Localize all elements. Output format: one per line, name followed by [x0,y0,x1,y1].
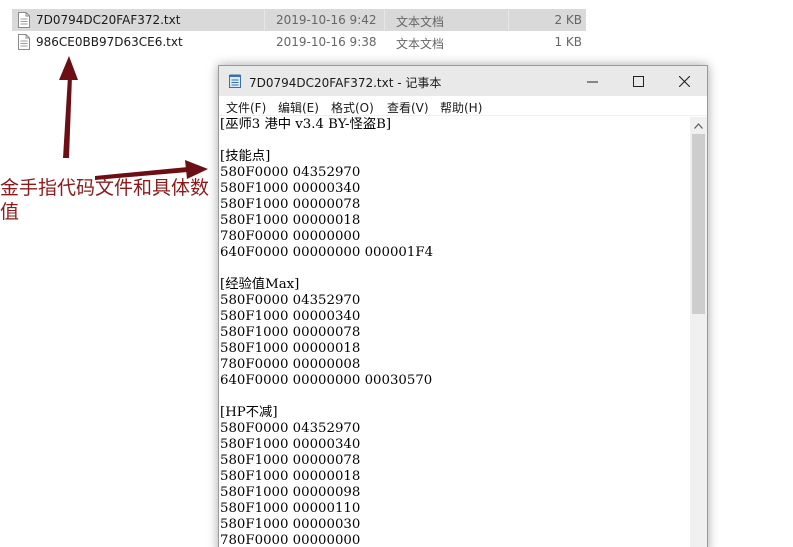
menu-file[interactable]: 文件(F) [226,99,266,116]
maximize-button[interactable] [615,66,661,96]
close-icon [678,75,690,87]
chevron-up-icon [694,122,703,129]
menu-bar: 文件(F) 编辑(E) 格式(O) 查看(V) 帮助(H) [219,96,707,116]
file-row-2[interactable]: 986CE0BB97D63CE6.txt 2019-10-16 9:38 文本文… [12,31,586,53]
notepad-window[interactable]: 7D0794DC20FAF372.txt - 记事本 文件(F) 编辑(E) 格… [218,65,708,547]
text-editor[interactable]: [巫师3 港中 v3.4 BY-怪盗B] [技能点] 580F0000 0435… [219,117,691,547]
minimize-button[interactable] [569,66,615,96]
title-bar[interactable]: 7D0794DC20FAF372.txt - 记事本 [219,66,707,96]
text-file-icon [18,12,30,28]
annotation-label: 金手指代码文件和具体数值 [0,177,210,223]
text-file-icon [18,34,30,50]
editor-content[interactable]: [巫师3 港中 v3.4 BY-怪盗B] [技能点] 580F0000 0435… [220,117,433,547]
scroll-up-button[interactable] [690,117,707,134]
scroll-thumb[interactable] [692,134,705,314]
column-separator [384,9,385,31]
file-date: 2019-10-16 9:38 [276,35,377,49]
file-row-1[interactable]: 7D0794DC20FAF372.txt 2019-10-16 9:42 文本文… [12,9,586,31]
minimize-icon [586,81,598,82]
file-name: 7D0794DC20FAF372.txt [36,13,181,27]
vertical-scrollbar[interactable] [690,117,707,547]
menu-view[interactable]: 查看(V) [387,99,429,116]
column-separator [264,9,265,31]
file-type: 文本文档 [396,15,445,29]
arrow-up-icon [59,56,78,158]
file-size: 2 KB [554,13,582,27]
menu-help[interactable]: 帮助(H) [440,99,482,116]
file-type: 文本文档 [396,37,445,51]
column-separator [508,9,509,31]
maximize-icon [632,75,644,87]
file-name: 986CE0BB97D63CE6.txt [36,35,183,49]
file-size: 1 KB [554,35,582,49]
window-title: 7D0794DC20FAF372.txt - 记事本 [249,76,442,90]
menu-format[interactable]: 格式(O) [331,99,374,116]
notepad-icon [229,74,241,88]
close-button[interactable] [661,66,707,96]
file-date: 2019-10-16 9:42 [276,13,377,27]
menu-edit[interactable]: 编辑(E) [278,99,319,116]
